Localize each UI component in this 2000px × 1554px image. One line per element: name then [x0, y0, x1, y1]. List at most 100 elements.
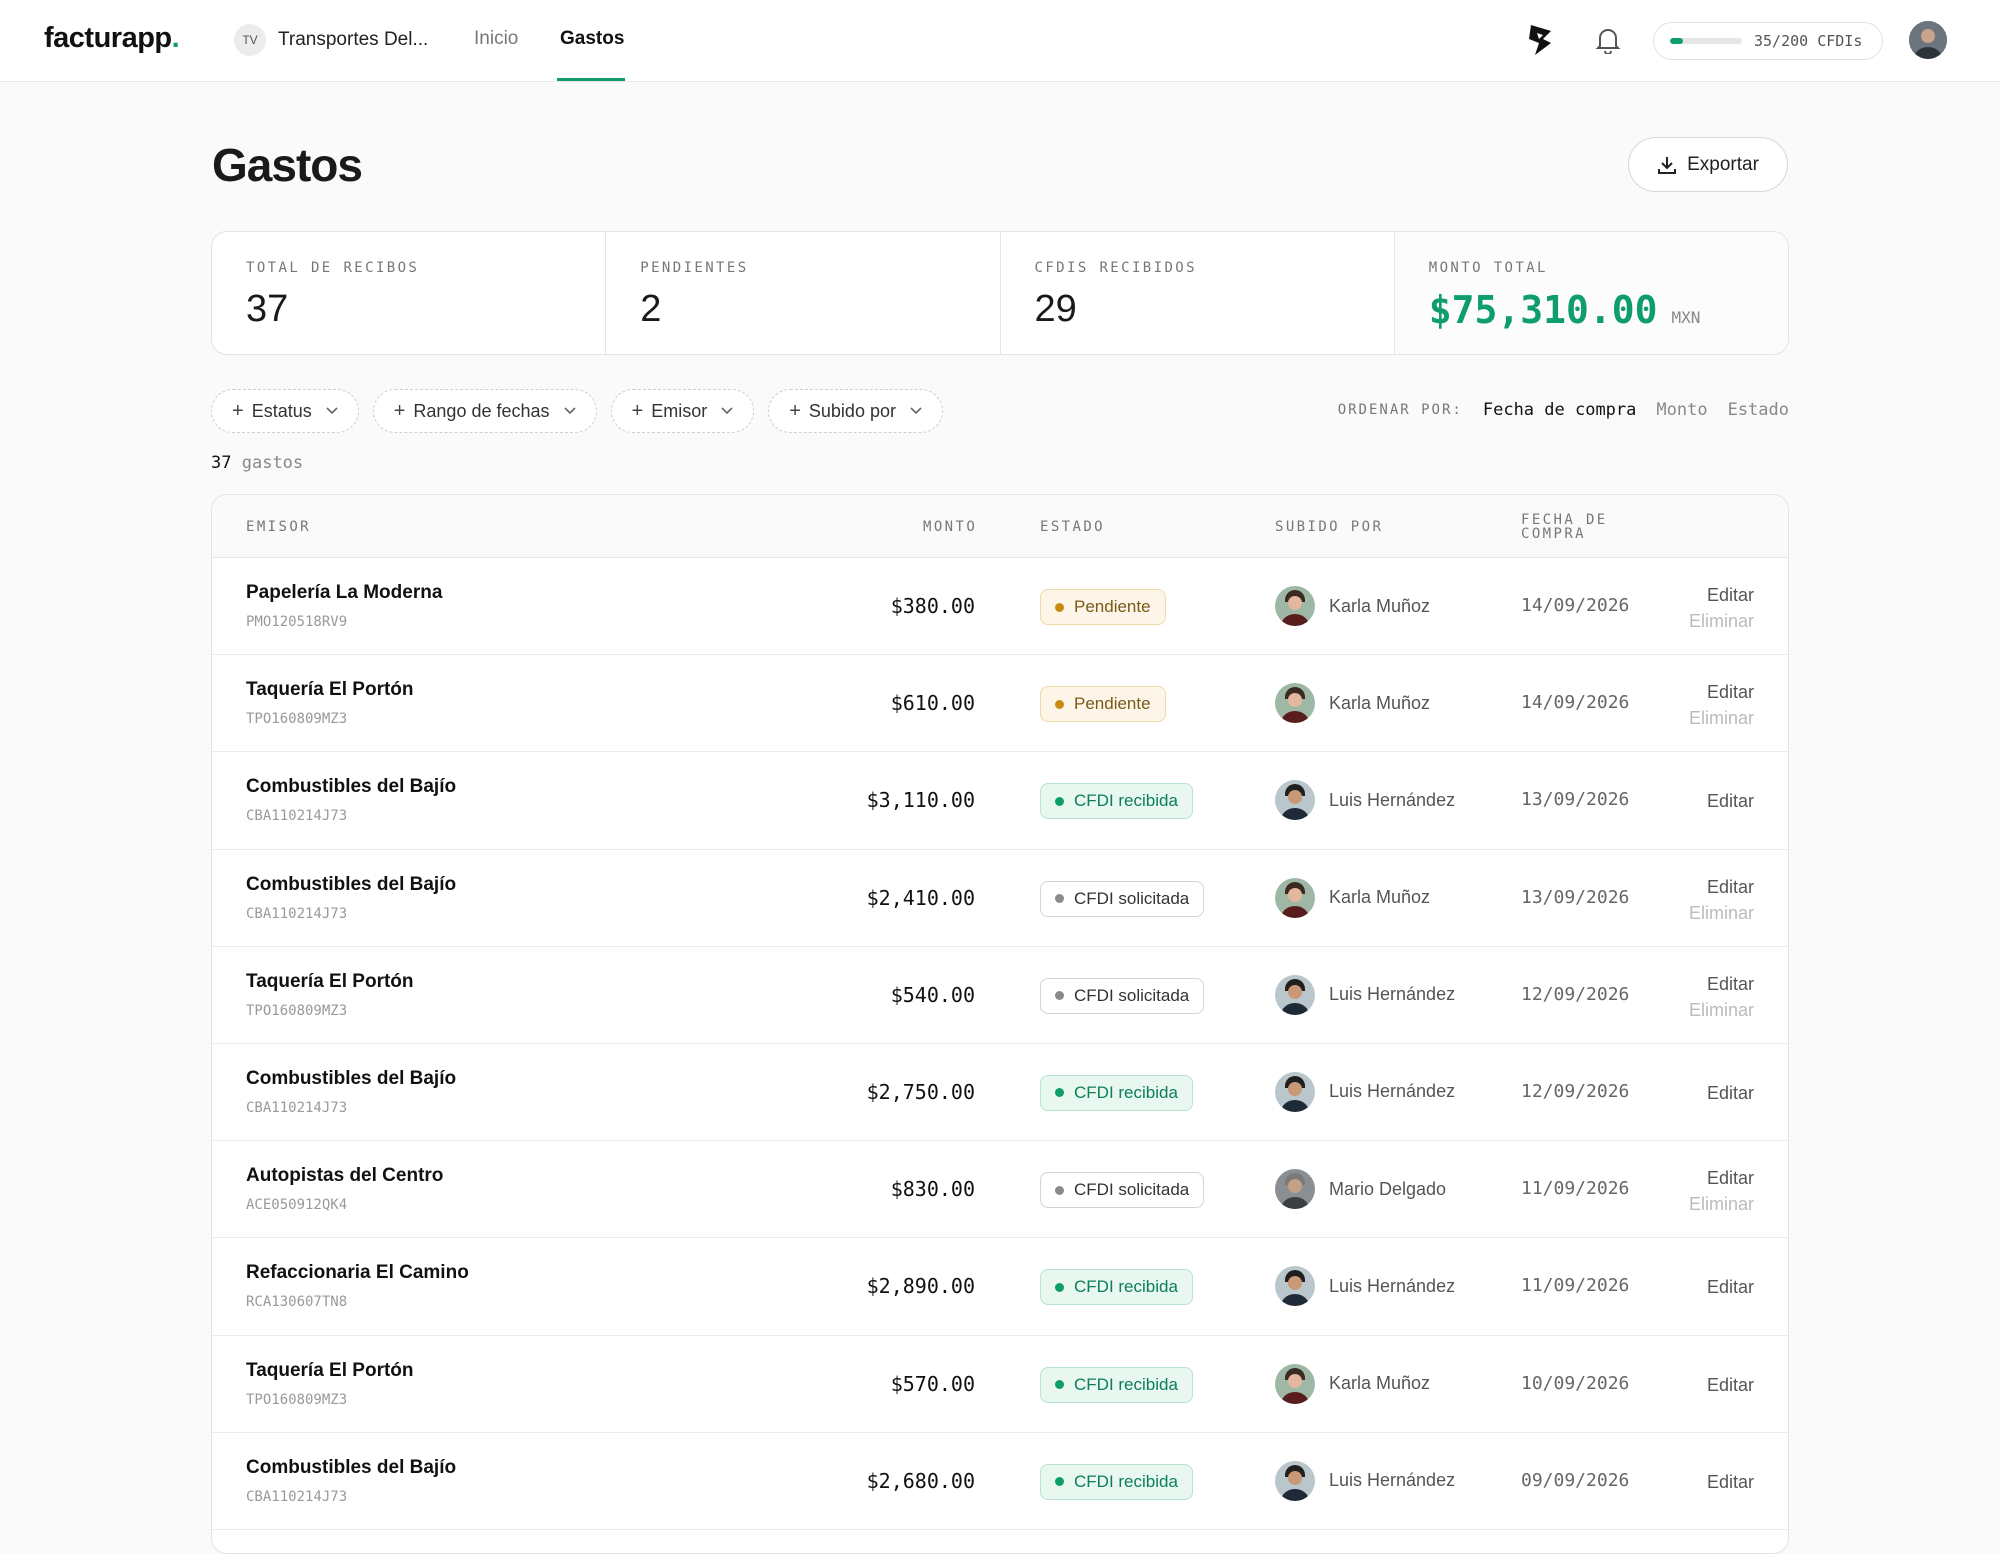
table-row[interactable]: Taquería El Portón TPO160809MZ3 $610.00 …: [212, 655, 1788, 753]
status-label: CFDI solicitada: [1074, 1180, 1190, 1200]
sort-estado[interactable]: Estado: [1728, 400, 1789, 420]
chevron-down-icon: [563, 407, 576, 415]
app-logo[interactable]: facturapp.: [44, 22, 180, 55]
uploader-avatar: [1275, 1460, 1315, 1501]
table-row[interactable]: Combustibles del Bajío CBA110214J73 $2,4…: [212, 850, 1788, 947]
purchase-date: 09/09/2026: [1521, 1469, 1630, 1491]
header-monto[interactable]: MONTO: [923, 519, 977, 535]
edit-link[interactable]: Editar: [1707, 1080, 1754, 1106]
purchase-date: 12/09/2026: [1521, 1080, 1630, 1102]
header-subido[interactable]: SUBIDO POR: [1275, 519, 1383, 535]
brand-mark-icon[interactable]: [1522, 22, 1558, 58]
status-badge: CFDI recibida: [1040, 1366, 1193, 1403]
uploader-name: Luis Hernández: [1329, 1081, 1456, 1102]
row-actions: Editar Eliminar: [1689, 582, 1754, 634]
row-actions: Editar: [1707, 1080, 1754, 1106]
stat-total-amount: MONTO TOTAL $75,310.00 MXN: [1394, 232, 1788, 354]
uploader: Karla Muñoz: [1275, 683, 1430, 724]
download-icon: [1658, 156, 1677, 174]
uploader-avatar: [1275, 1071, 1315, 1112]
uploader: Karla Muñoz: [1275, 1363, 1430, 1404]
edit-link[interactable]: Editar: [1689, 1165, 1754, 1191]
table-row[interactable]: Combustibles del Bajío CBA110214J73 $3,1…: [212, 752, 1788, 850]
uploader-name: Luis Hernández: [1329, 984, 1456, 1005]
delete-link[interactable]: Eliminar: [1689, 997, 1754, 1023]
uploader-avatar: [1275, 974, 1315, 1015]
total-amount-value: $75,310.00: [1428, 288, 1658, 332]
cfdi-quota[interactable]: 35/200 CFDIs: [1653, 22, 1883, 60]
delete-link[interactable]: Eliminar: [1689, 900, 1754, 926]
row-actions: Editar: [1707, 1274, 1754, 1300]
filter-subido-por[interactable]: + Subido por: [768, 389, 943, 433]
edit-link[interactable]: Editar: [1707, 1372, 1754, 1398]
table-row[interactable]: Refaccionaria El Camino RCA130607TN8 $2,…: [212, 1238, 1788, 1336]
status-label: CFDI recibida: [1074, 1471, 1178, 1491]
table-row[interactable]: Taquería El Portón TPO160809MZ3 $540.00 …: [212, 947, 1788, 1044]
bell-icon[interactable]: [1590, 22, 1626, 58]
nav-inicio[interactable]: Inicio: [474, 28, 518, 50]
status-dot: [1055, 1282, 1064, 1292]
quota-fill: [1670, 38, 1683, 44]
filter-emisor[interactable]: + Emisor: [610, 389, 755, 433]
emisor-name: Papelería La Moderna: [246, 582, 443, 603]
expense-amount: $2,890.00: [866, 1274, 975, 1299]
purchase-date: 14/09/2026: [1521, 692, 1630, 714]
edit-link[interactable]: Editar: [1689, 679, 1754, 705]
edit-link[interactable]: Editar: [1689, 971, 1754, 997]
user-avatar[interactable]: [1909, 21, 1947, 59]
header-estado[interactable]: ESTADO: [1040, 519, 1105, 535]
nav-gastos[interactable]: Gastos: [560, 28, 624, 50]
purchase-date: 10/09/2026: [1521, 1372, 1630, 1394]
table-row[interactable]: Autopistas del Centro ACE050912QK4 $830.…: [212, 1141, 1788, 1239]
delete-link[interactable]: Eliminar: [1689, 1191, 1754, 1217]
status-dot: [1055, 1185, 1064, 1195]
table-row[interactable]: Taquería El Portón TPO160809MZ3 $570.00 …: [212, 1336, 1788, 1433]
company-switcher[interactable]: TV Transportes Del...: [234, 24, 428, 56]
expense-amount: $380.00: [890, 594, 975, 618]
filter-estatus[interactable]: + Estatus: [211, 389, 359, 433]
edit-link[interactable]: Editar: [1707, 1469, 1754, 1495]
uploader: Luis Hernández: [1275, 974, 1456, 1015]
table-row[interactable]: Combustibles del Bajío CBA110214J73 $2,6…: [212, 1433, 1788, 1530]
stat-cfdis-received: CFDIS RECIBIDOS 29: [1001, 232, 1395, 354]
edit-link[interactable]: Editar: [1707, 788, 1754, 814]
page-title: Gastos: [212, 139, 363, 191]
header-fecha[interactable]: FECHA DE COMPRA: [1521, 513, 1608, 541]
expense-amount: $2,750.00: [866, 1079, 975, 1104]
uploader-avatar: [1275, 586, 1315, 626]
status-label: CFDI solicitada: [1074, 888, 1190, 908]
edit-link[interactable]: Editar: [1689, 582, 1754, 608]
delete-link[interactable]: Eliminar: [1689, 705, 1754, 731]
table-row[interactable]: Papelería La Moderna PMO120518RV9 $380.0…: [212, 558, 1788, 656]
emisor-rfc: CBA110214J73: [246, 905, 348, 922]
status-label: Pendiente: [1074, 597, 1151, 616]
sort-monto[interactable]: Monto: [1656, 400, 1707, 420]
emisor-rfc: CBA110214J73: [246, 1099, 348, 1116]
edit-link[interactable]: Editar: [1689, 874, 1754, 900]
sort-controls: ORDENAR POR: Fecha de compra Monto Estad…: [1338, 400, 1789, 420]
uploader: Luis Hernández: [1275, 1266, 1456, 1307]
uploader-name: Luis Hernández: [1329, 1275, 1456, 1296]
sort-fecha[interactable]: Fecha de compra: [1483, 400, 1637, 420]
filter-rango-fechas[interactable]: + Rango de fechas: [372, 389, 597, 433]
filter-bar: + Estatus + Rango de fechas + Emisor + Subid…: [211, 389, 943, 433]
edit-link[interactable]: Editar: [1707, 1274, 1754, 1300]
row-actions: Editar Eliminar: [1689, 1165, 1754, 1217]
result-count: 37 gastos: [211, 453, 304, 473]
uploader: Luis Hernández: [1275, 1071, 1456, 1112]
expense-amount: $540.00: [890, 982, 975, 1007]
emisor-rfc: PMO120518RV9: [246, 614, 348, 630]
header-emisor[interactable]: EMISOR: [246, 519, 311, 535]
status-dot: [1055, 1088, 1064, 1098]
expense-amount: $2,410.00: [866, 885, 975, 910]
delete-link[interactable]: Eliminar: [1689, 608, 1754, 634]
uploader-avatar: [1275, 877, 1315, 918]
stats-panel: TOTAL DE RECIBOS 37 PENDIENTES 2 CFDIS R…: [211, 231, 1789, 355]
emisor-name: Autopistas del Centro: [246, 1165, 444, 1187]
emisor-name: Combustibles del Bajío: [246, 1456, 457, 1478]
export-button[interactable]: Exportar: [1628, 137, 1788, 192]
table-row[interactable]: Combustibles del Bajío CBA110214J73 $2,7…: [212, 1044, 1788, 1142]
chevron-down-icon: [721, 407, 733, 415]
uploader-name: Luis Hernández: [1329, 1470, 1456, 1491]
status-dot: [1055, 699, 1064, 709]
